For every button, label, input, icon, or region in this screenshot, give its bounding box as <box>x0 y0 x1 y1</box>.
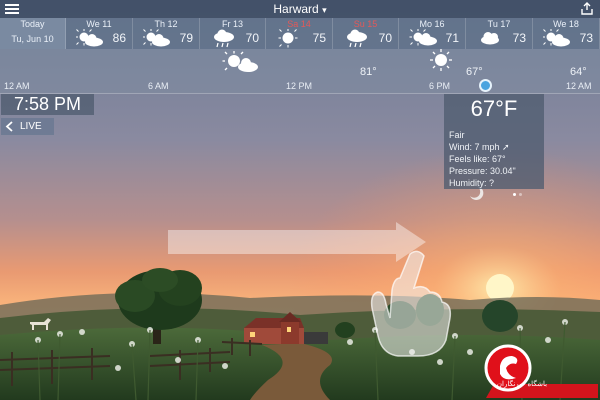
current-time-marker[interactable] <box>479 79 492 92</box>
day-high-temp: 70 <box>245 31 259 45</box>
time-label: 12 PM <box>286 81 313 91</box>
day-label: Th 12 <box>154 19 178 29</box>
day-label: We 11 <box>86 19 112 29</box>
daily-forecast-strip: Today Tu, Jun 10 We 11 86 Th 12 79 Fr 13 70 Sa 1… <box>0 18 600 49</box>
location-title: Harward ▾ <box>0 2 600 16</box>
day-high-temp: 73 <box>512 31 526 45</box>
current-temperature: 67°F <box>470 96 518 121</box>
partly-cloudy-icon <box>76 29 103 47</box>
forecast-day[interactable]: Mo 16 71 <box>399 18 466 49</box>
sun-cloud-icon <box>222 51 258 72</box>
feels-like-text: Feels like: 67° <box>449 154 506 164</box>
day-label: Mo 16 <box>419 19 445 29</box>
humidity-text: Humidity: ? <box>449 178 495 188</box>
day-label: Sa 14 <box>287 19 311 29</box>
forecast-day[interactable]: We 18 73 <box>533 18 600 49</box>
hand-gesture-icon <box>370 250 452 357</box>
hourly-temp: 67° <box>466 66 483 78</box>
time-label: 6 AM <box>148 81 169 91</box>
current-conditions-panel: 67°F Fair Wind: 7 mph ➚ Feels like: 67° … <box>444 94 544 196</box>
top-bar: Harward ▾ <box>0 0 600 18</box>
day-high-temp: 75 <box>312 31 326 45</box>
day-date: Tu, Jun 10 <box>11 34 54 44</box>
location-name: Harward <box>273 2 319 16</box>
forecast-day[interactable]: Tu 17 73 <box>466 18 533 49</box>
day-label: Today <box>20 19 45 29</box>
live-button[interactable]: LIVE <box>1 118 54 135</box>
cloud-icon <box>481 32 499 45</box>
forecast-day[interactable]: Su 15 70 <box>333 18 399 49</box>
location-selector[interactable]: Harward ▾ <box>273 2 326 16</box>
sun-icon <box>430 49 452 71</box>
time-label: 6 PM <box>429 81 451 91</box>
partly-cloudy-icon <box>543 29 570 47</box>
forecast-day[interactable]: Fr 13 70 <box>200 18 266 49</box>
day-high-temp: 71 <box>445 31 459 45</box>
day-label: Su 15 <box>353 19 378 29</box>
forecast-day[interactable]: Sa 14 75 <box>266 18 333 49</box>
forecast-day[interactable]: We 11 86 <box>66 18 133 49</box>
watermark-text: باشگاه خبرنگاران <box>496 381 548 388</box>
partly-cloudy-icon <box>143 29 170 47</box>
day-label: We 18 <box>553 19 579 29</box>
hourly-temp: 64° <box>570 66 587 78</box>
hourly-temp: 81° <box>360 66 377 78</box>
menu-icon[interactable] <box>4 2 20 16</box>
share-icon[interactable] <box>580 2 594 15</box>
wind-text: Wind: 7 mph ➚ <box>449 142 510 152</box>
forecast-day-today[interactable]: Today Tu, Jun 10 <box>0 18 66 49</box>
day-high-temp: 86 <box>112 31 126 45</box>
day-label: Fr 13 <box>221 19 243 29</box>
time-label: 12 AM <box>566 81 592 91</box>
condition-text: Fair <box>449 130 465 140</box>
day-label: Tu 17 <box>487 19 511 29</box>
back-arrow-icon <box>4 118 16 141</box>
time-label: 12 AM <box>4 81 30 91</box>
current-time-display: 7:58 PM <box>1 94 94 115</box>
day-high-temp: 79 <box>179 31 193 45</box>
rain-icon <box>347 29 367 48</box>
rain-icon <box>214 29 234 48</box>
pressure-text: Pressure: 30.04" <box>449 166 516 176</box>
day-high-temp: 70 <box>378 31 392 45</box>
sun-cloud-icon <box>409 29 437 46</box>
forecast-day[interactable]: Th 12 79 <box>133 18 200 49</box>
hourly-timeline[interactable]: 81° 67° 64° 12 AM 6 AM 12 PM 6 PM 12 AM <box>0 49 600 94</box>
sun-icon <box>278 29 298 48</box>
watermark-logo <box>484 344 598 398</box>
page-indicator[interactable] <box>513 183 525 201</box>
day-high-temp: 73 <box>579 31 593 45</box>
live-label: LIVE <box>20 121 42 132</box>
chevron-down-icon: ▾ <box>322 5 327 15</box>
